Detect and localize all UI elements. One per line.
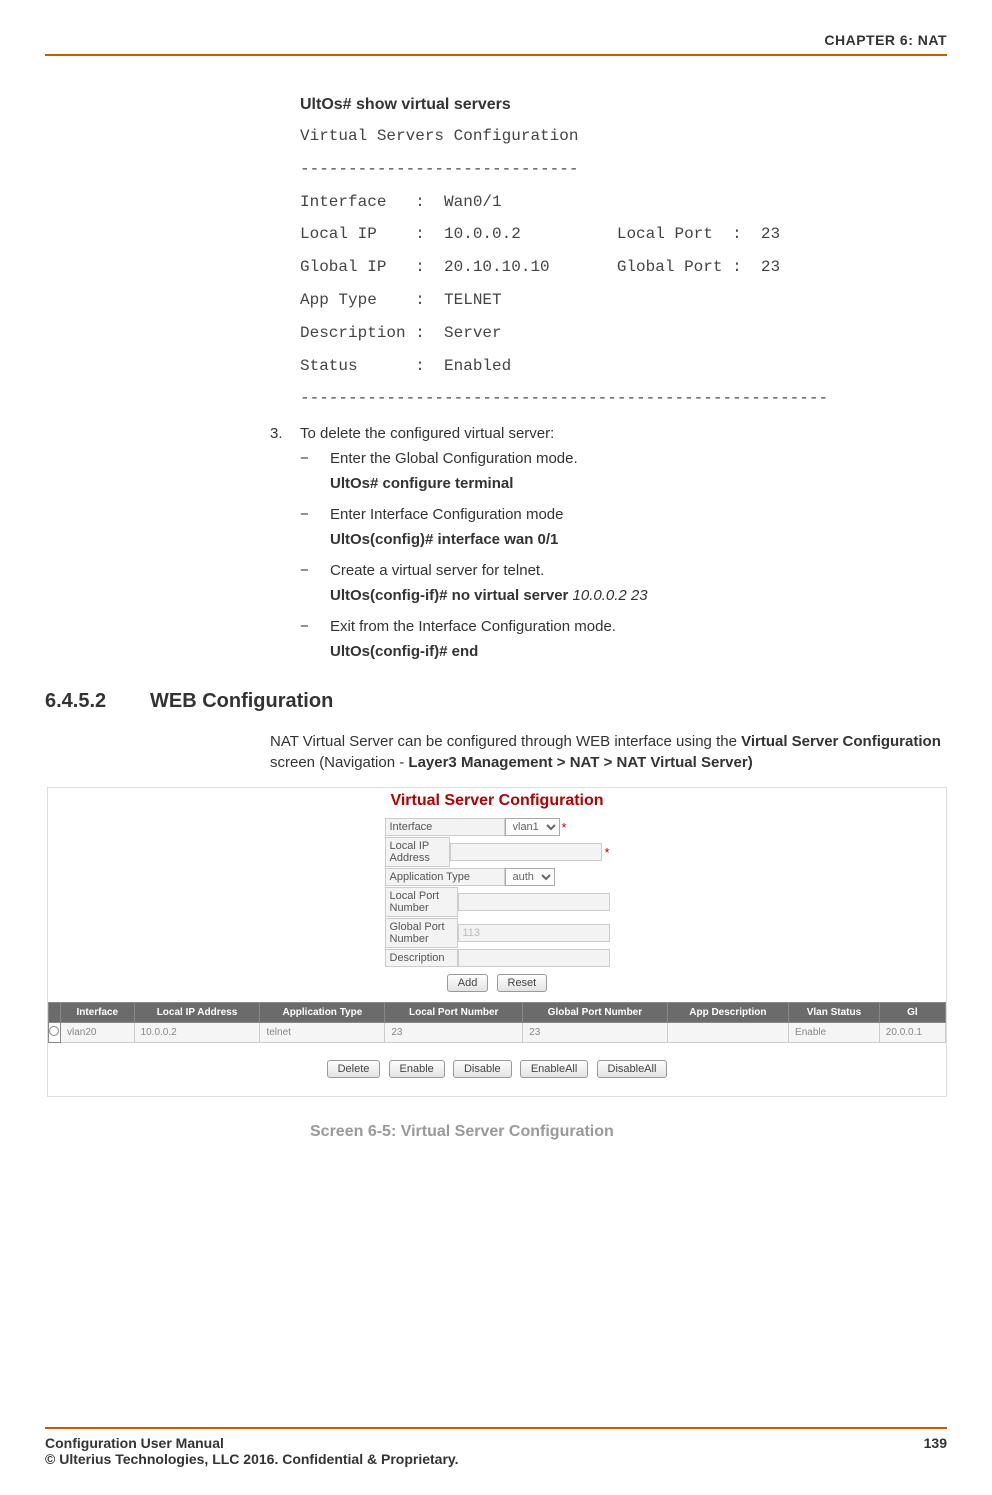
description-input[interactable] — [458, 949, 610, 967]
table-row[interactable]: vlan20 10.0.0.2 telnet 23 23 Enable 20.0… — [49, 1023, 946, 1043]
chapter-header: CHAPTER 6: NAT — [45, 32, 947, 54]
sub-command: UltOs(config-if)# no virtual server 10.0… — [330, 587, 947, 604]
sub-text: Exit from the Interface Configuration mo… — [330, 618, 947, 635]
table-header-radio — [49, 1003, 61, 1023]
bullet-dash: − — [300, 562, 330, 579]
table-header-apptype: Application Type — [260, 1003, 385, 1023]
virtual-servers-table: Interface Local IP Address Application T… — [48, 1002, 946, 1043]
table-header-globalport: Global Port Number — [523, 1003, 668, 1023]
app-type-label: Application Type — [385, 868, 505, 886]
bullet-dash: − — [300, 506, 330, 523]
description-label: Description — [385, 949, 458, 967]
step-text: To delete the configured virtual server: — [300, 425, 947, 442]
cell-apptype: telnet — [260, 1023, 385, 1043]
disableall-button[interactable]: DisableAll — [597, 1060, 668, 1078]
cell-localip: 10.0.0.2 — [134, 1023, 260, 1043]
footer-copyright: © Ulterius Technologies, LLC 2016. Confi… — [45, 1451, 947, 1467]
table-header-vlanstatus: Vlan Status — [789, 1003, 880, 1023]
step-number: 3. — [270, 425, 300, 442]
local-ip-label: Local IP Address — [385, 837, 451, 867]
footer-manual-title: Configuration User Manual — [45, 1435, 224, 1451]
terminal-command: UltOs# show virtual servers — [300, 96, 947, 114]
footer-rule — [45, 1427, 947, 1429]
table-header-gl: Gl — [879, 1003, 945, 1023]
cell-vlanstatus: Enable — [789, 1023, 880, 1043]
top-rule — [45, 54, 947, 56]
table-header-localport: Local Port Number — [385, 1003, 523, 1023]
reset-button[interactable]: Reset — [497, 974, 548, 992]
section-number: 6.4.5.2 — [45, 690, 150, 713]
table-header-interface: Interface — [61, 1003, 135, 1023]
sub-command: UltOs(config-if)# end — [330, 643, 947, 660]
cell-gl: 20.0.0.1 — [879, 1023, 945, 1043]
local-ip-input[interactable] — [450, 843, 602, 861]
terminal-output: Virtual Servers Configuration ----------… — [300, 120, 947, 415]
enableall-button[interactable]: EnableAll — [520, 1060, 588, 1078]
cell-globalport: 23 — [523, 1023, 668, 1043]
add-button[interactable]: Add — [447, 974, 489, 992]
figure-caption: Screen 6-5: Virtual Server Configuration — [310, 1123, 947, 1141]
sub-command: UltOs# configure terminal — [330, 475, 947, 492]
interface-label: Interface — [385, 818, 505, 836]
local-port-label: Local Port Number — [385, 887, 458, 917]
delete-button[interactable]: Delete — [327, 1060, 381, 1078]
interface-select[interactable]: vlan1 — [505, 818, 560, 836]
global-port-input[interactable] — [458, 924, 610, 942]
required-asterisk: * — [560, 820, 567, 835]
global-port-label: Global Port Number — [385, 918, 458, 948]
required-asterisk: * — [602, 845, 609, 860]
cell-interface: vlan20 — [61, 1023, 135, 1043]
footer-page-number: 139 — [924, 1435, 947, 1451]
sub-command: UltOs(config)# interface wan 0/1 — [330, 531, 947, 548]
bullet-dash: − — [300, 618, 330, 635]
section-title: WEB Configuration — [150, 690, 333, 713]
section-paragraph: NAT Virtual Server can be configured thr… — [270, 731, 947, 773]
page-footer: Configuration User Manual 139 © Ulterius… — [45, 1427, 947, 1467]
sub-text: Enter Interface Configuration mode — [330, 506, 947, 523]
sub-text: Create a virtual server for telnet. — [330, 562, 947, 579]
table-header-appdesc: App Description — [667, 1003, 788, 1023]
disable-button[interactable]: Disable — [453, 1060, 512, 1078]
form-title: Virtual Server Configuration — [48, 788, 946, 810]
web-screenshot: Virtual Server Configuration Interface v… — [47, 787, 947, 1097]
table-header-localip: Local IP Address — [134, 1003, 260, 1023]
enable-button[interactable]: Enable — [389, 1060, 445, 1078]
radio-icon[interactable] — [49, 1026, 59, 1036]
bullet-dash: − — [300, 450, 330, 467]
sub-text: Enter the Global Configuration mode. — [330, 450, 947, 467]
cell-localport: 23 — [385, 1023, 523, 1043]
cell-appdesc — [667, 1023, 788, 1043]
app-type-select[interactable]: auth — [505, 868, 555, 886]
local-port-input[interactable] — [458, 893, 610, 911]
